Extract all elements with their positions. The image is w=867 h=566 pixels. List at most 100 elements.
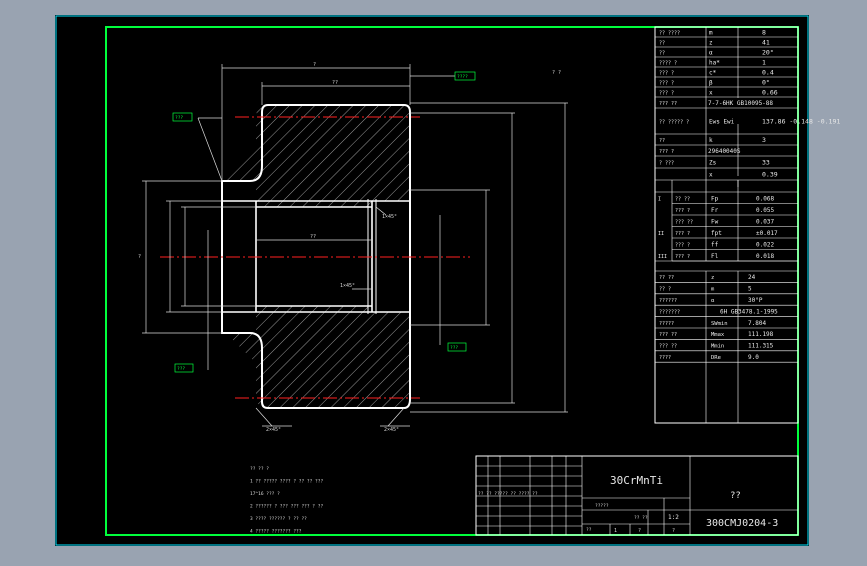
param-name: ??? ?? xyxy=(659,332,677,338)
param-value: 5 xyxy=(748,286,752,293)
param-name: ?? ???? xyxy=(659,31,680,37)
sheet-cell-a: ?? xyxy=(586,527,592,533)
param-name: ??? ? xyxy=(659,149,674,155)
param-symbol: β xyxy=(709,80,713,87)
chamfer-right-label: 2×45° xyxy=(384,427,399,433)
note-box-2: ???? xyxy=(457,74,468,80)
cad-drawing: ? ?? ?? ? 2×45° 2×45° 1×45° 1×45° ? ? ??… xyxy=(55,15,840,546)
sheet-cell-e: ? xyxy=(672,528,675,534)
param-name: ?? ????? ? xyxy=(659,120,689,126)
param-name: ??? ? xyxy=(659,91,674,97)
param-value: 0.068 xyxy=(756,195,774,202)
param-group: III xyxy=(658,254,667,260)
param-symbol: Fp xyxy=(711,195,719,202)
corner-mark: ? ? xyxy=(552,70,561,76)
param-name: ?? ?? xyxy=(659,275,674,281)
param-symbol: Fl xyxy=(711,253,719,260)
note-line: 3 ???? ?????? ? ?? ?? xyxy=(250,516,307,522)
param-symbol: ha* xyxy=(709,60,720,67)
param-value: 0.66 xyxy=(762,89,778,97)
param-name: ??????? xyxy=(659,309,680,315)
param-name: ??? ? xyxy=(675,254,690,260)
param-symbol: Fr xyxy=(711,207,719,214)
dim-top-a: ? xyxy=(313,62,316,68)
param-value: 0.4 xyxy=(762,69,774,77)
dim-mid: ?? xyxy=(310,234,316,240)
sheet-cell-b: ?? ?? xyxy=(634,515,648,521)
param-value: 137.86 -0.148 -0.191 xyxy=(762,118,840,126)
drawing-sheet xyxy=(55,15,809,546)
param-value: 1 xyxy=(762,59,766,67)
param-value: 0.055 xyxy=(756,207,774,214)
note-line: 1 ?? ????? ???? ? ?? ?? ??? xyxy=(250,479,323,485)
param-symbol: x xyxy=(709,90,713,97)
param-name: ?? xyxy=(659,51,665,57)
note-line: 2 ?????? ? ??? ??? ??? ? ?? xyxy=(250,504,323,510)
param-value: 0.018 xyxy=(756,253,774,260)
dim-top-b: ?? xyxy=(332,80,338,86)
param-value: 41 xyxy=(762,39,770,47)
note-line: ?? ?? ? xyxy=(250,466,269,472)
param-symbol: m xyxy=(709,30,713,37)
note-box-1: ??? xyxy=(175,115,183,121)
param-value: 111.198 xyxy=(748,331,774,338)
param-symbol: Mmin xyxy=(711,344,724,350)
param-value: 3 xyxy=(762,136,766,144)
note-box-3: ??? xyxy=(177,366,185,372)
small-chamfer-label: 1×45° xyxy=(340,283,355,289)
param-value: 7-7-6HK GB10095-88 xyxy=(708,100,773,107)
param-symbol: z xyxy=(709,40,713,47)
param-symbol: c* xyxy=(709,70,717,77)
dim-side: ? xyxy=(138,254,141,260)
sheet-cell-c: 1 xyxy=(614,528,617,534)
param-value: 111.315 xyxy=(748,343,774,350)
param-name: ???? ? xyxy=(659,61,677,67)
param-value: 20° xyxy=(762,49,774,57)
param-value: ±0.017 xyxy=(756,230,778,237)
param-value: 29640040S xyxy=(708,148,741,155)
param-name: ??? ? xyxy=(659,81,674,87)
param-group: II xyxy=(658,231,664,237)
param-group: I xyxy=(658,196,661,202)
material-label: 30CrMnTi xyxy=(610,474,663,487)
param-name: ????? xyxy=(659,321,674,327)
param-symbol: ff xyxy=(711,241,719,248)
param-symbol: Zs xyxy=(709,160,717,167)
sheet-cell-d: ? xyxy=(638,528,641,534)
param-name: ?????? xyxy=(659,298,677,304)
note-line: 4 ????? ??????? ??? xyxy=(250,529,302,535)
drawing-number: 300CMJ0204-3 xyxy=(706,518,778,529)
param-symbol: Ews Ewi xyxy=(709,119,735,126)
param-symbol: Fw xyxy=(711,218,719,225)
param-name: ??? ? xyxy=(659,71,674,77)
param-name: ??? ?? xyxy=(659,344,677,350)
param-name: ??? ? xyxy=(675,231,690,237)
param-value: 0.037 xyxy=(756,218,774,225)
chamfer-left-label: 2×45° xyxy=(266,427,281,433)
param-value: 0° xyxy=(762,79,770,87)
param-symbol: fpt xyxy=(711,230,722,237)
param-symbol: Mmax xyxy=(711,332,725,338)
param-name: ??? ? xyxy=(675,242,690,248)
param-value: 30°P xyxy=(748,297,763,304)
scale-label: 1:2 xyxy=(668,514,679,521)
param-value: 7.804 xyxy=(748,320,766,327)
param-name: ??? ?? xyxy=(675,219,693,225)
note-line: 17^16 ??? ? xyxy=(250,491,280,497)
param-name: ?? xyxy=(659,41,665,47)
param-symbol: x xyxy=(709,172,713,179)
param-symbol: k xyxy=(709,137,713,144)
param-name: ??? ?? xyxy=(659,101,677,107)
cad-drawing-viewport[interactable]: ? ?? ?? ? 2×45° 2×45° 1×45° 1×45° ? ? ??… xyxy=(0,0,867,562)
param-value: 33 xyxy=(762,159,770,167)
param-name: ?? ?? xyxy=(675,196,690,202)
stage-label: ????? xyxy=(595,503,609,509)
param-symbol: z xyxy=(711,275,714,281)
inner-chamfer-label: 1×45° xyxy=(382,214,397,220)
param-value: 8 xyxy=(762,29,766,37)
param-value: 0.022 xyxy=(756,241,774,248)
param-symbol: α xyxy=(709,50,713,57)
param-symbol: DRe xyxy=(711,355,721,361)
param-value: 0.39 xyxy=(762,171,778,179)
param-value: 6H GB3478.1-1995 xyxy=(720,308,778,315)
